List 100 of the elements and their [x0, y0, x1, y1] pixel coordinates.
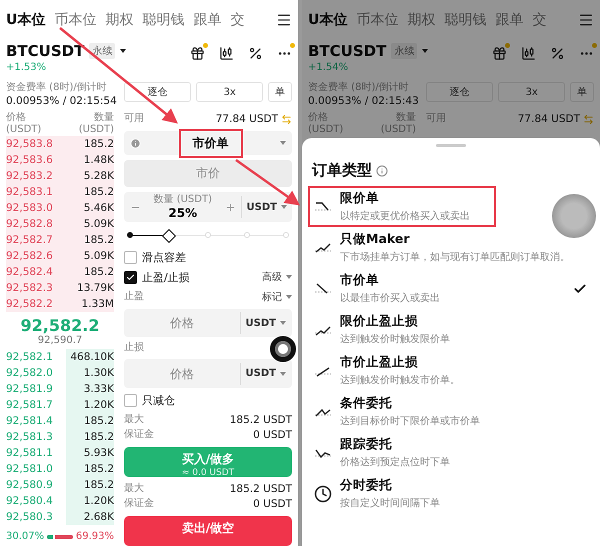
summary-label: 最大	[124, 414, 144, 426]
leverage-button[interactable]: 3x	[498, 82, 566, 102]
checkbox[interactable]	[124, 250, 137, 264]
quantity-field[interactable]: 数量 (USDT) 25% USDT	[124, 192, 292, 222]
ask-quantity: 1.48K	[82, 153, 114, 168]
tab[interactable]: U本位	[308, 11, 348, 29]
order-type-select[interactable]: 市价单	[124, 131, 292, 155]
margin-mode-button[interactable]: 逐仓	[426, 82, 494, 102]
bid-quantity: 2.68K	[66, 509, 114, 525]
checkbox[interactable]	[124, 270, 137, 284]
order-type-option[interactable]: 跟踪委托 价格达到预定点位时下单	[308, 432, 594, 473]
percent-icon[interactable]	[550, 46, 565, 61]
symbol-name[interactable]: BTCUSDT	[6, 42, 84, 60]
bid-price: 92,582.0	[6, 367, 53, 379]
bid-price: 92,581.0	[6, 463, 53, 475]
unit-select[interactable]: USDT	[240, 196, 287, 218]
bid-price: 92,580.9	[6, 479, 53, 491]
checkbox-label: 止盈/止损	[142, 270, 190, 285]
sheet-title: 订单类型	[312, 161, 372, 180]
summary-label: 最大	[124, 483, 144, 495]
order-type-option[interactable]: 分时委托 按自定义时间间隔下单	[308, 473, 594, 514]
column-header: (USDT)	[6, 124, 42, 136]
order-type-option[interactable]: 只做Maker 下市场挂单方订单，如与现有订单匹配则订单取消。	[308, 227, 594, 268]
tab[interactable]: 聪明钱	[142, 11, 184, 29]
position-mode-button[interactable]: 单	[570, 82, 594, 102]
order-type-option[interactable]: 限价止盈止损 达到触发价时触发限价单	[308, 309, 594, 350]
plus-button[interactable]	[224, 201, 237, 214]
drag-handle[interactable]	[436, 144, 466, 147]
ask-quantity: 5.09K	[82, 249, 114, 264]
column-header: (USDT)	[78, 124, 114, 136]
bid-price: 92,581.1	[6, 447, 53, 459]
tab[interactable]: 期权	[105, 11, 134, 29]
ask-quantity: 185.2	[82, 265, 114, 280]
take-profit-field[interactable]: 价格	[124, 308, 240, 338]
ask-price: 92,583.0	[6, 202, 53, 214]
tab[interactable]: U本位	[6, 11, 46, 29]
menu-icon[interactable]	[276, 12, 292, 28]
summary-label: 保证金	[124, 429, 154, 441]
gift-icon[interactable]	[190, 46, 205, 61]
percent-icon[interactable]	[248, 46, 263, 61]
tab[interactable]: 跟单	[193, 11, 222, 29]
bid-price: 92,580.4	[6, 495, 53, 507]
bid-quantity: 185.2	[66, 413, 114, 429]
caret-icon[interactable]	[120, 49, 126, 53]
option-description: 下市场挂单方订单，如与现有订单匹配则订单取消。	[340, 250, 564, 264]
candlestick-icon[interactable]	[521, 46, 536, 61]
margin-mode-button[interactable]: 逐仓	[124, 82, 192, 102]
symbol-name[interactable]: BTCUSDT	[308, 42, 386, 60]
summary-label: 保证金	[124, 498, 154, 510]
ask-price: 92,582.2	[6, 298, 53, 310]
position-mode-button[interactable]: 单	[268, 82, 292, 102]
ask-price: 92,582.7	[6, 234, 53, 246]
ask-price: 92,583.2	[6, 170, 53, 182]
bid-quantity: 3.33K	[66, 381, 114, 397]
ask-quantity: 185.2	[82, 233, 114, 248]
checkbox[interactable]	[124, 394, 137, 407]
ask-price: 92,582.8	[6, 218, 53, 230]
quantity-value: 25%	[168, 206, 198, 220]
funding-value: 0.00953% / 02:15:43	[308, 94, 416, 108]
candlestick-icon[interactable]	[219, 46, 234, 61]
available-value: 77.84 USDT	[216, 112, 278, 126]
order-type-option[interactable]: 限价单 以特定或更优价格买入或卖出	[308, 186, 496, 227]
bid-price: 92,581.7	[6, 399, 53, 411]
caret-icon[interactable]	[422, 49, 428, 53]
summary-value: 0 USDT	[253, 497, 292, 511]
summary-value: 185.2 USDT	[230, 413, 292, 427]
leverage-button[interactable]: 3x	[196, 82, 264, 102]
order-type-option[interactable]: 市价单 以最佳市价买入或卖出	[308, 268, 594, 309]
tick-icon	[126, 272, 135, 282]
ask-quantity: 185.2	[82, 137, 114, 152]
plus-icon	[225, 202, 236, 213]
bid-quantity: 1.20K	[66, 493, 114, 509]
option-description: 以特定或更优价格买入或卖出	[340, 210, 466, 223]
info-icon[interactable]	[376, 164, 388, 176]
bid-price: 92,580.3	[6, 511, 53, 523]
tab[interactable]: 交	[230, 11, 244, 29]
mode-dropdown[interactable]: 高级	[262, 270, 292, 284]
bid-quantity: 185.2	[66, 477, 114, 493]
bid-quantity: 5.93K	[66, 445, 114, 461]
ask-quantity: 5.09K	[82, 217, 114, 232]
ask-quantity: 13.79K	[76, 281, 114, 296]
available-value: 77.84 USDT	[518, 112, 580, 126]
column-header: (USDT)	[308, 124, 344, 136]
buy-ratio: 30.07%	[6, 531, 44, 543]
option-title: 条件委托	[340, 395, 393, 412]
ask-quantity: 1.33M	[80, 297, 114, 312]
stop-loss-field[interactable]: 价格	[124, 359, 240, 388]
bid-price: 92,582.1	[6, 351, 53, 363]
gift-icon[interactable]	[492, 46, 507, 61]
available-label: 可用	[426, 113, 446, 125]
ask-price: 92,582.3	[6, 282, 53, 294]
order-type-option[interactable]: 条件委托 达到目标价时下限价单或市价单	[308, 391, 594, 432]
menu-icon[interactable]	[578, 12, 594, 28]
tab[interactable]: 币本位	[54, 11, 96, 29]
price-change: +1.54%	[308, 62, 350, 73]
quantity-slider[interactable]	[130, 229, 286, 243]
trigger-dropdown[interactable]: 标记	[262, 290, 292, 304]
order-type-option[interactable]: 市价止盈止损 达到触发价时触发市价单。	[308, 350, 594, 391]
mark-price: 92,590.7	[36, 335, 84, 346]
sell-button[interactable]: 卖出/做空	[124, 516, 292, 546]
